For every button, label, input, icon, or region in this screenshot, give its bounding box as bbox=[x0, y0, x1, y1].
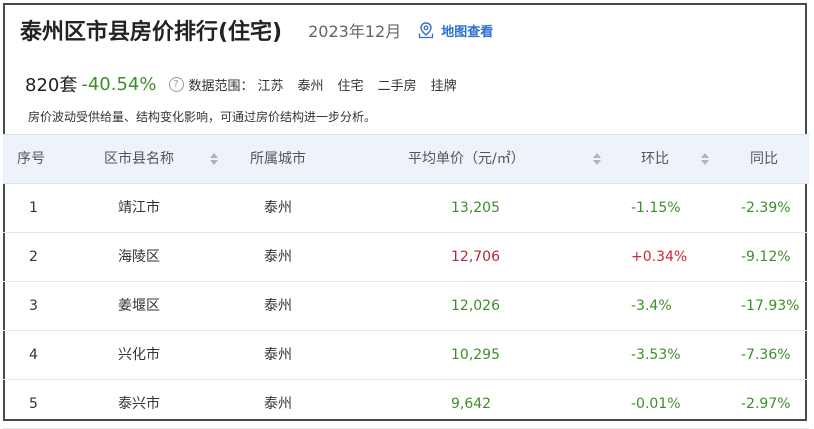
row-index: 1 bbox=[29, 200, 38, 216]
yoy-change: -9.12% bbox=[741, 249, 791, 265]
page-title: 泰州区市县房价排行(住宅) bbox=[20, 20, 283, 45]
sort-icon[interactable] bbox=[210, 153, 218, 165]
avg-price: 12,706 bbox=[451, 249, 500, 265]
row-index: 2 bbox=[29, 249, 38, 265]
district-name[interactable]: 姜堰区 bbox=[118, 282, 160, 330]
district-name[interactable]: 靖江市 bbox=[118, 184, 160, 232]
mom-change: -0.01% bbox=[631, 396, 681, 412]
column-header-name[interactable]: 区市县名称 bbox=[104, 135, 174, 183]
map-pin-icon bbox=[419, 22, 434, 39]
row-index: 5 bbox=[29, 396, 38, 412]
row-index: 4 bbox=[29, 347, 38, 363]
map-view-link[interactable]: 地图查看 bbox=[417, 21, 493, 40]
title-row: 泰州区市县房价排行(住宅) 2023年12月 地图查看 bbox=[20, 14, 493, 46]
column-header-city: 所属城市 bbox=[250, 151, 306, 167]
district-name[interactable]: 海陵区 bbox=[118, 233, 160, 281]
yoy-change: -2.39% bbox=[741, 200, 791, 216]
ranking-table: 序号 区市县名称 所属城市 平均单价（元/㎡） 环比 同比 1 靖江市 泰州 1… bbox=[3, 134, 809, 429]
avg-price: 13,205 bbox=[451, 200, 500, 216]
yoy-change: -7.36% bbox=[741, 347, 791, 363]
mom-change: +0.34% bbox=[631, 249, 688, 265]
city-name: 泰州 bbox=[264, 396, 292, 412]
table-row[interactable]: 3 姜堰区 泰州 12,026 -3.4% -17.93% bbox=[3, 282, 809, 331]
scope-market: 二手房 bbox=[377, 78, 417, 94]
listing-count: 820套 bbox=[25, 75, 78, 96]
yoy-change: -17.93% bbox=[741, 298, 800, 314]
table-row[interactable]: 5 泰兴市 泰州 9,642 -0.01% -2.97% bbox=[3, 380, 809, 429]
report-date: 2023年12月 bbox=[308, 22, 402, 41]
sort-icon[interactable] bbox=[593, 153, 601, 165]
scope-source: 挂牌 bbox=[430, 78, 457, 94]
city-name: 泰州 bbox=[264, 347, 292, 363]
scope-label: 数据范围： bbox=[188, 78, 254, 94]
map-view-label: 地图查看 bbox=[441, 24, 494, 40]
district-name[interactable]: 兴化市 bbox=[118, 331, 160, 379]
help-icon[interactable]: ? bbox=[168, 76, 184, 92]
mom-change: -3.4% bbox=[631, 298, 672, 314]
table-row[interactable]: 4 兴化市 泰州 10,295 -3.53% -7.36% bbox=[3, 331, 809, 380]
city-name: 泰州 bbox=[264, 200, 292, 216]
column-header-index: 序号 bbox=[17, 151, 45, 167]
avg-price: 12,026 bbox=[451, 298, 500, 314]
stats-row: 820套 -40.54% ? 数据范围： 江苏 泰州 住宅 二手房 挂牌 bbox=[25, 71, 457, 97]
scope-city: 泰州 bbox=[297, 78, 324, 94]
mom-change: -1.15% bbox=[631, 200, 681, 216]
city-name: 泰州 bbox=[264, 249, 292, 265]
column-header-mom[interactable]: 环比 bbox=[641, 135, 669, 183]
table-row[interactable]: 2 海陵区 泰州 12,706 +0.34% -9.12% bbox=[3, 233, 809, 282]
count-change: -40.54% bbox=[81, 73, 157, 95]
analysis-note: 房价波动受供给量、结构变化影响，可通过房价结构进一步分析。 bbox=[28, 110, 377, 124]
column-header-yoy: 同比 bbox=[750, 151, 778, 167]
table-header: 序号 区市县名称 所属城市 平均单价（元/㎡） 环比 同比 bbox=[3, 134, 809, 184]
column-header-price[interactable]: 平均单价（元/㎡） bbox=[408, 135, 525, 183]
table-row[interactable]: 1 靖江市 泰州 13,205 -1.15% -2.39% bbox=[3, 184, 809, 233]
mom-change: -3.53% bbox=[631, 347, 681, 363]
sort-icon[interactable] bbox=[701, 153, 709, 165]
scope-province: 江苏 bbox=[257, 78, 284, 94]
avg-price: 9,642 bbox=[451, 396, 492, 412]
yoy-change: -2.97% bbox=[741, 396, 791, 412]
scope-property-type: 住宅 bbox=[337, 78, 364, 94]
avg-price: 10,295 bbox=[451, 347, 500, 363]
city-name: 泰州 bbox=[264, 298, 292, 314]
district-name[interactable]: 泰兴市 bbox=[118, 380, 160, 428]
row-index: 3 bbox=[29, 298, 38, 314]
